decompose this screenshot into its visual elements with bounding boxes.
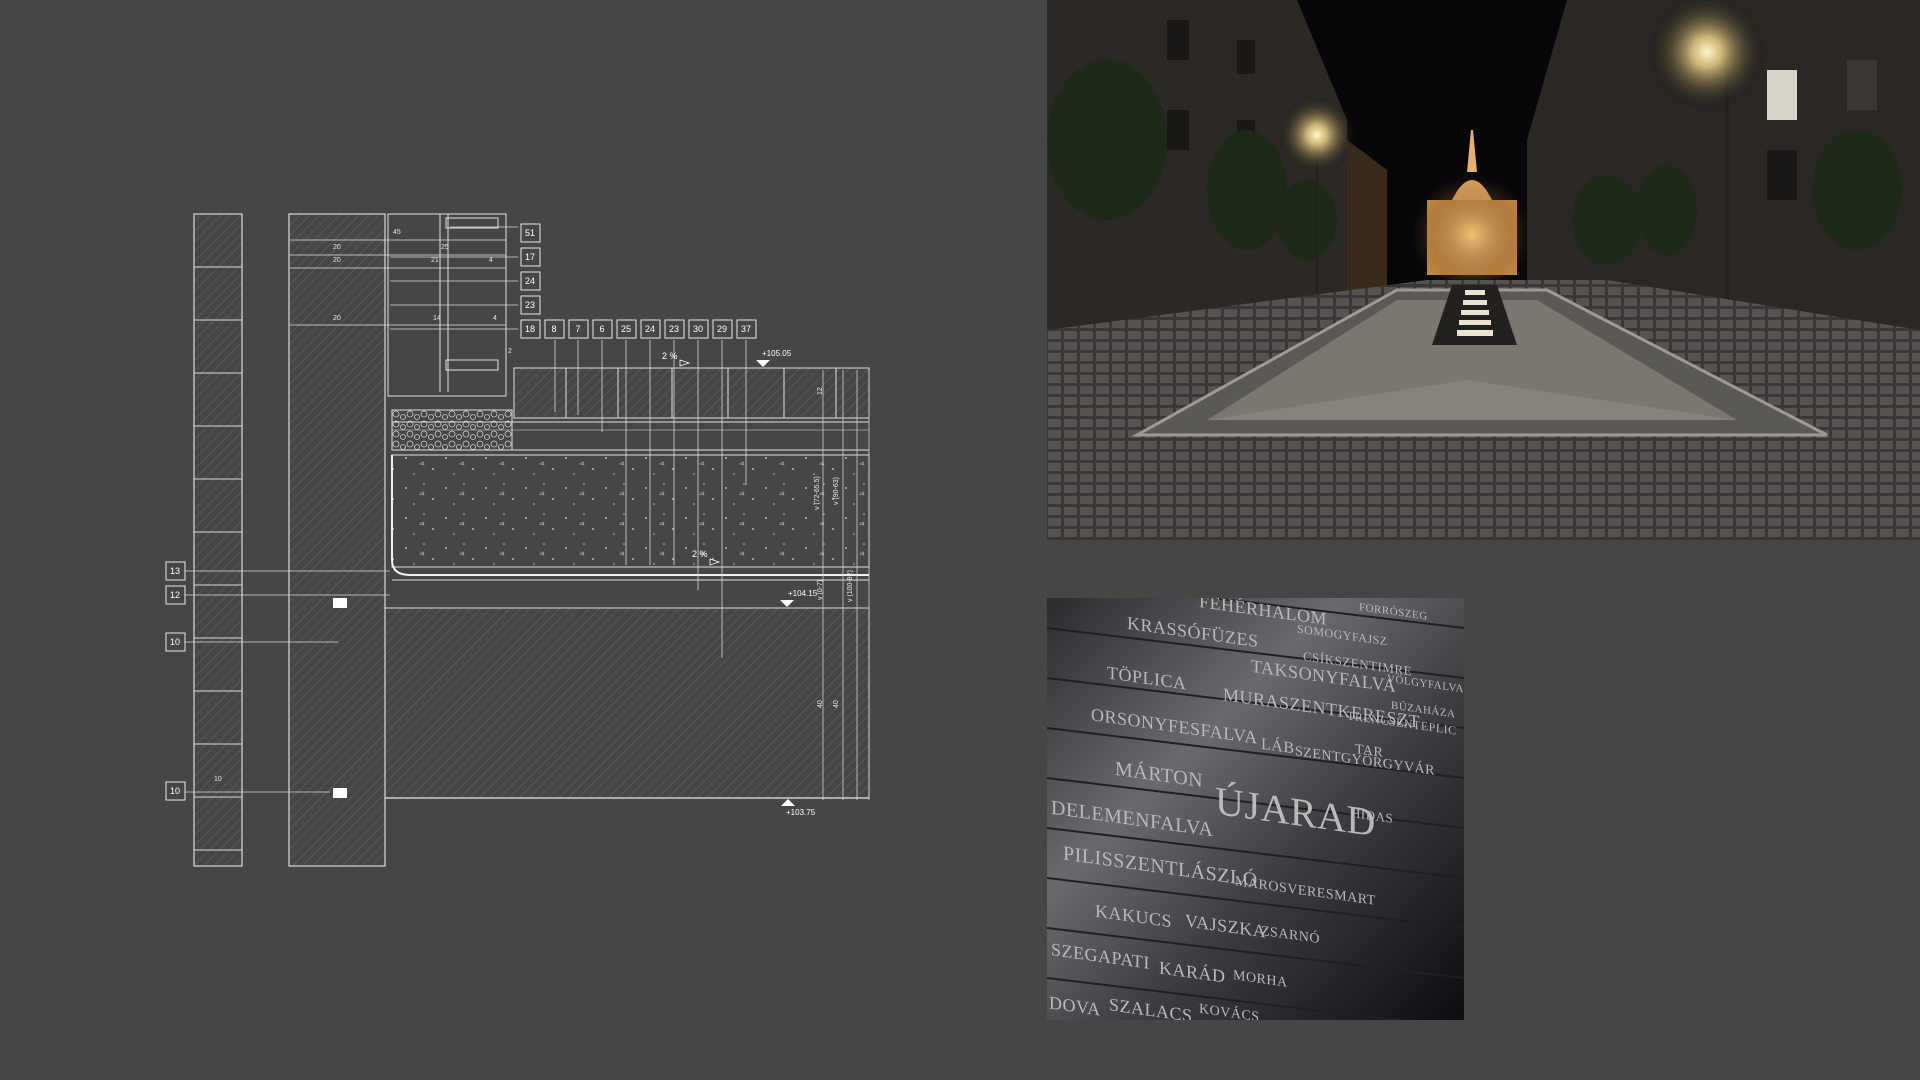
svg-text:12: 12 [817,387,824,395]
wall-section [288,213,386,867]
slope-upper: 2 % [662,351,678,361]
svg-text:20: 20 [333,257,341,264]
svg-text:40: 40 [833,700,840,708]
svg-text:10: 10 [214,776,222,783]
callouts-left: 13 12 10 10 [165,561,186,801]
svg-text:25: 25 [441,244,449,251]
svg-text:14: 14 [433,315,441,322]
svg-text:6: 6 [599,324,604,334]
concrete-slab [391,454,870,568]
engraved-names-wall-photo: FEHÉRHALOM KRASSÓFÜZES SOMOGYFAJSZ CSÍKS… [1047,598,1464,1020]
svg-text:8: 8 [551,324,556,334]
svg-text:24: 24 [645,324,655,334]
svg-text:24: 24 [525,276,535,286]
svg-text:30: 30 [693,324,703,334]
svg-text:51: 51 [525,228,535,238]
level-bottom: +103.75 [786,808,816,817]
masonry-column [193,213,243,867]
svg-text:18: 18 [525,324,535,334]
callouts-top: 51 17 24 23 [520,223,541,315]
svg-text:20: 20 [333,315,341,322]
anchor-block [333,598,347,608]
svg-text:10: 10 [170,637,180,647]
svg-text:23: 23 [525,300,535,310]
slope-lower: 2 % [692,549,708,559]
svg-text:7: 7 [575,324,580,334]
svg-text:12: 12 [170,590,180,600]
svg-text:17: 17 [525,252,535,262]
svg-text:21: 21 [431,257,439,264]
svg-text:4: 4 [489,257,493,264]
svg-text:20: 20 [333,244,341,251]
svg-text:2: 2 [508,348,512,355]
svg-text:13: 13 [170,566,180,576]
svg-text:v (90-63): v (90-63) [833,477,840,505]
svg-text:37: 37 [741,324,751,334]
callouts-row: 18 8 7 6 25 24 23 30 29 37 [520,319,757,339]
svg-text:v (100-92): v (100-92) [847,570,854,602]
svg-text:29: 29 [717,324,727,334]
lower-structure [384,607,870,799]
svg-text:4: 4 [493,315,497,322]
svg-text:v (0-7): v (0-7) [817,580,824,600]
level-mid: +104.15 [788,589,818,598]
paving-slabs [513,367,870,419]
night-street-photo [1047,0,1920,540]
svg-text:v (72-65.5): v (72-65.5) [814,476,821,510]
svg-text:25: 25 [621,324,631,334]
anchor-block [333,788,347,798]
svg-text:23: 23 [669,324,679,334]
svg-text:45: 45 [393,229,401,236]
svg-text:40: 40 [817,700,824,708]
svg-text:10: 10 [170,786,180,796]
section-drawing: 51 17 24 23 18 8 7 6 25 24 23 30 29 37 1… [165,213,870,867]
level-top: +105.05 [762,349,792,358]
